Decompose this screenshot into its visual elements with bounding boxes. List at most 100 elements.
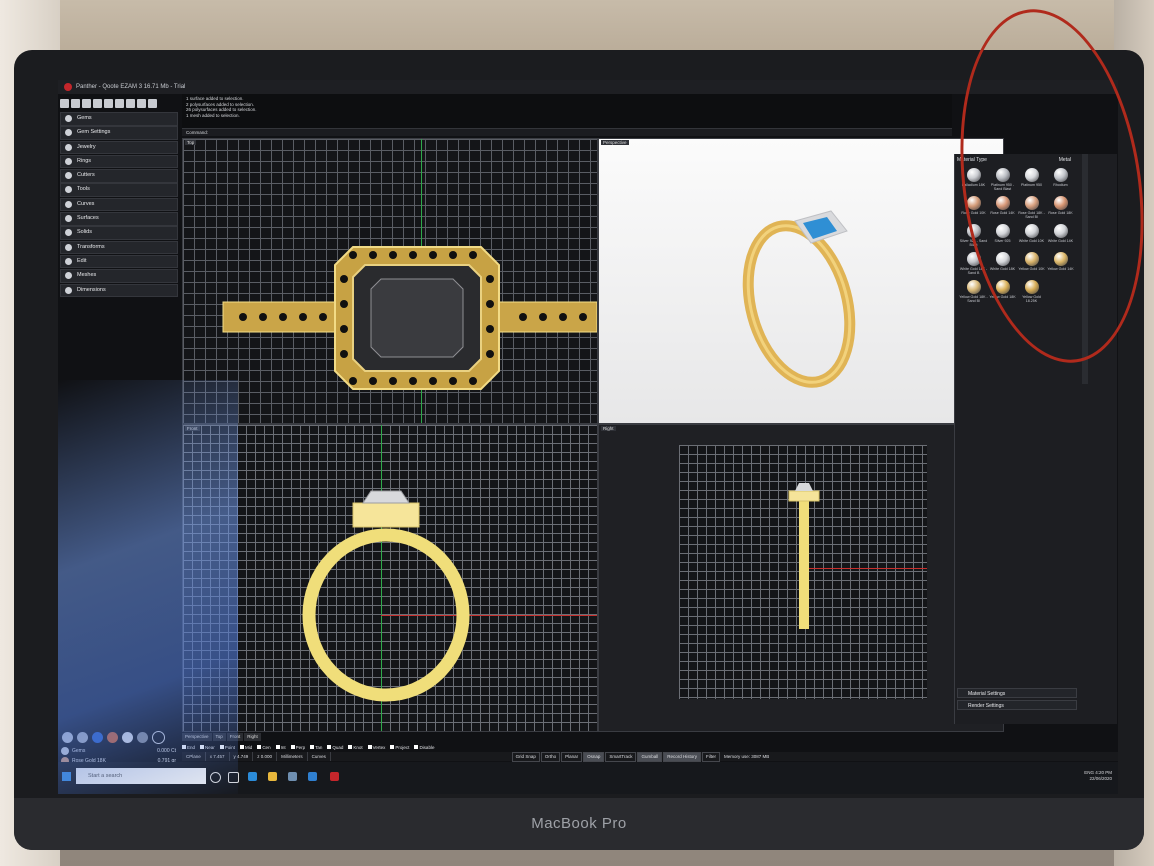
tab-right[interactable]: Right [244, 733, 261, 741]
viewport-top[interactable]: Top [182, 138, 598, 424]
checkbox-icon[interactable] [182, 745, 186, 750]
sidebar-item-rings[interactable]: Rings [60, 154, 178, 169]
tab-front[interactable]: Front [226, 733, 244, 741]
sidebar-item-gem-settings[interactable]: Gem Settings [60, 126, 178, 140]
blue-sphere-icon[interactable] [92, 731, 103, 743]
material-item[interactable]: Rose Gold 14K [988, 196, 1017, 220]
store-icon[interactable] [288, 772, 297, 781]
osnap-option[interactable]: Project [390, 745, 409, 750]
viewport-front-label[interactable]: Front [185, 426, 200, 431]
filter-button[interactable]: Filter [702, 751, 720, 762]
osnap-option[interactable]: Mid [240, 745, 252, 750]
orange-sphere-icon[interactable] [107, 731, 118, 743]
viewport-front[interactable]: Front [182, 424, 598, 732]
smarttrack-button[interactable]: SmartTrack [605, 751, 637, 762]
file-explorer-icon[interactable] [268, 772, 277, 781]
material-item[interactable]: Yellow Gold 10K [1017, 252, 1046, 276]
sidebar-item-transforms[interactable]: Transforms [60, 240, 178, 255]
material-item[interactable]: Rose Gold 10K [959, 196, 988, 220]
material-item[interactable]: Silver 925 - Sand Blast [959, 224, 988, 248]
osnap-button[interactable]: Osnap [583, 751, 605, 762]
checkbox-icon[interactable] [290, 745, 295, 750]
gumball-button[interactable]: Gumball [637, 751, 663, 762]
save-icon[interactable] [82, 98, 91, 108]
sidebar-item-tools[interactable]: Tools [60, 183, 178, 197]
redo-icon[interactable] [115, 98, 124, 108]
sidebar-item-curves[interactable]: Curves [60, 197, 178, 212]
silver-sphere-icon[interactable] [77, 731, 88, 743]
material-item[interactable]: White Gold 18K [988, 252, 1017, 276]
sidebar-item-dimensions[interactable]: Dimensions [60, 283, 178, 298]
checkbox-icon[interactable] [348, 745, 353, 750]
osnap-option[interactable]: Vertex [367, 745, 385, 750]
sidebar-item-meshes[interactable]: Meshes [60, 269, 178, 283]
viewport-right-label[interactable]: Right [601, 426, 616, 431]
material-settings-accordion[interactable]: Material Settings [957, 688, 1077, 698]
osnap-option[interactable]: Near [200, 745, 215, 750]
material-item[interactable]: Silver 925 [988, 224, 1017, 248]
checkbox-icon[interactable] [327, 745, 332, 750]
viewport-perspective[interactable]: Perspective [598, 138, 1004, 424]
material-item[interactable]: Rose Gold 18K - Sand Bl [1017, 196, 1046, 220]
undo-icon[interactable] [104, 98, 113, 108]
material-item[interactable]: White Gold 18K - Sand B [959, 252, 988, 276]
material-item[interactable]: Yellow Gold 18K - Sand Bl [959, 280, 988, 304]
sidebar-item-edit[interactable]: Edit [60, 254, 178, 269]
material-item[interactable]: White Gold 14K [1046, 224, 1075, 248]
checkbox-icon[interactable] [219, 745, 224, 750]
osnap-option[interactable]: Tan [310, 745, 322, 750]
new-file-icon[interactable] [60, 98, 69, 108]
osnap-option[interactable]: Cen [257, 745, 271, 750]
osnap-option[interactable]: Knot [348, 745, 363, 750]
material-item[interactable]: Yellow Gold 18K [988, 280, 1017, 304]
planar-button[interactable]: Planar [561, 751, 583, 762]
edge-icon[interactable] [248, 772, 257, 781]
material-item[interactable]: Yellow Gold 14K [1046, 252, 1075, 276]
panel-side-tabs[interactable] [1082, 154, 1088, 384]
osnap-option[interactable]: Int [275, 745, 286, 750]
checkbox-icon[interactable] [367, 745, 372, 750]
task-view-icon[interactable] [228, 772, 239, 783]
windows-start-icon[interactable] [62, 772, 71, 781]
viewport-top-label[interactable]: Top [185, 140, 197, 145]
checkbox-icon[interactable] [200, 745, 205, 750]
checkbox-icon[interactable] [240, 745, 245, 750]
render-sphere-icon[interactable] [137, 98, 146, 108]
osnap-option[interactable]: Perp [290, 745, 305, 750]
osnap-option[interactable]: Quad [327, 745, 343, 750]
mail-icon[interactable] [308, 772, 317, 781]
render-settings-accordion[interactable]: Render Settings [957, 700, 1077, 710]
sidebar-item-cutters[interactable]: Cutters [60, 169, 178, 183]
open-file-icon[interactable] [71, 98, 80, 108]
globe-icon[interactable] [62, 731, 73, 743]
sliders-icon[interactable] [148, 98, 157, 108]
material-item[interactable]: Platinum 950 [1017, 168, 1046, 192]
system-tray[interactable]: ENG 4:20 PM 22/06/2020 [1084, 770, 1112, 782]
material-item[interactable]: White Gold 10K [1017, 224, 1046, 248]
tab-top[interactable]: Top [212, 733, 226, 741]
viewport-right[interactable]: Right [598, 424, 1004, 732]
checkbox-icon[interactable] [310, 745, 315, 750]
checkbox-icon[interactable] [390, 745, 395, 750]
material-item[interactable]: Rhodium [1046, 168, 1075, 192]
white-sphere-icon[interactable] [122, 731, 133, 743]
grid-snap-button[interactable]: Grid Snap [511, 751, 540, 762]
empty-circle-icon[interactable] [152, 730, 165, 744]
panther-app-icon[interactable] [330, 772, 339, 781]
taskbar-search-input[interactable]: Start a search [76, 768, 206, 784]
osnap-option[interactable]: Disable [414, 745, 434, 750]
settings-gear-icon[interactable] [126, 98, 135, 108]
tab-perspective[interactable]: Perspective [182, 733, 212, 741]
current-layer[interactable]: Curves [308, 752, 331, 761]
sidebar-item-jewelry[interactable]: Jewelry [60, 140, 178, 155]
command-prompt[interactable]: Command: [182, 128, 952, 136]
sidebar-item-gems[interactable]: Gems [60, 112, 178, 126]
osnap-option[interactable]: Point [219, 745, 235, 750]
sidebar-item-surfaces[interactable]: Surfaces [60, 212, 178, 226]
material-item[interactable]: Yellow Gold 18.25K [1017, 280, 1046, 304]
material-type-select[interactable]: Metal [1059, 157, 1071, 163]
checkbox-icon[interactable] [275, 745, 280, 750]
viewport-perspective-label[interactable]: Perspective [601, 140, 629, 145]
material-item[interactable]: Platinum 950 - Sand Blast [988, 168, 1017, 192]
material-item[interactable]: Rose Gold 18K [1046, 196, 1075, 220]
